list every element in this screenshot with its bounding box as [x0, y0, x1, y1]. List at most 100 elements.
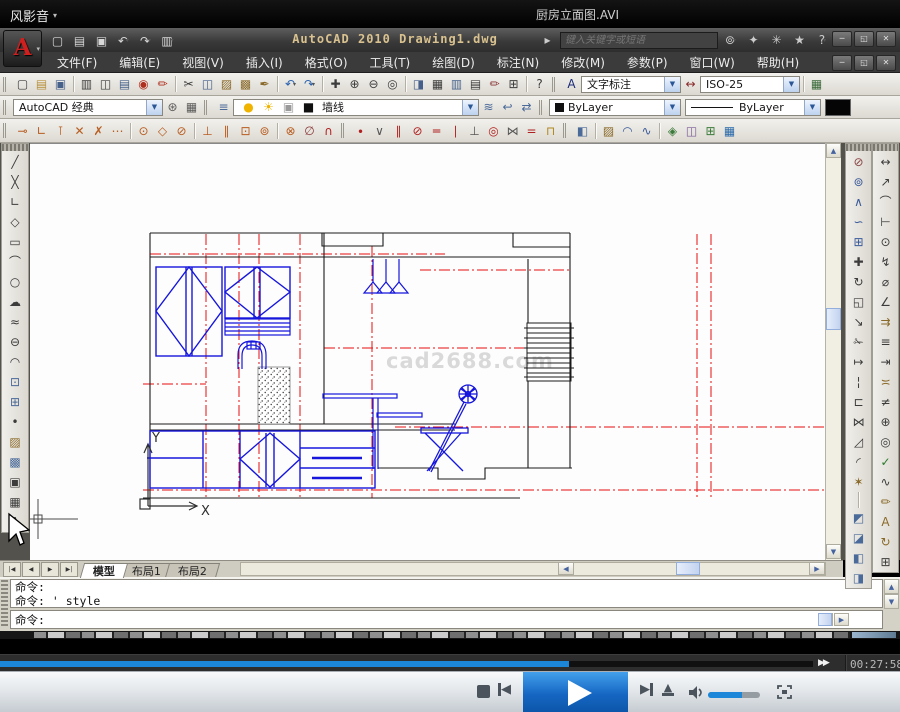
tab-model[interactable]: 模型 — [80, 563, 128, 578]
close-button[interactable]: ✕ — [876, 31, 896, 47]
point-button[interactable]: • — [3, 412, 27, 432]
open-button[interactable]: ▤ — [32, 75, 51, 94]
first-tab-button[interactable]: |◀ — [3, 562, 21, 577]
dim-arc-length-button[interactable]: ⌒ — [874, 192, 898, 212]
cut-button[interactable]: ✂ — [179, 75, 198, 94]
edit-polyline-button[interactable]: ◠ — [618, 121, 637, 140]
canvas-horizontal-scrollbar[interactable] — [240, 562, 826, 576]
menu-item-7[interactable]: 标注(N) — [486, 52, 550, 73]
menu-item-2[interactable]: 视图(V) — [171, 52, 235, 73]
workspace-save-button[interactable]: ▦ — [182, 98, 201, 117]
snap-midpoint-button[interactable]: ⊺ — [51, 121, 70, 140]
properties-palette-button[interactable]: ◨ — [409, 75, 428, 94]
make-block-button[interactable]: ⊞ — [3, 392, 27, 412]
constraint-perpendicular-button[interactable]: ⊥ — [465, 121, 484, 140]
stop-button[interactable] — [477, 685, 490, 698]
menu-item-4[interactable]: 格式(O) — [294, 52, 359, 73]
toolbar-grip[interactable] — [539, 100, 545, 115]
menu-item-6[interactable]: 绘图(D) — [421, 52, 486, 73]
snap-perpendicular-button[interactable]: ⊥ — [198, 121, 217, 140]
dim-style-combo[interactable]: ISO-25 ▼ — [700, 76, 800, 93]
pan-button[interactable]: ✚ — [326, 75, 345, 94]
snap-node-button[interactable]: ⊚ — [255, 121, 274, 140]
trim-button[interactable]: ✁ — [847, 332, 871, 352]
constraint-coincident-button[interactable]: ∙ — [351, 121, 370, 140]
publish-button[interactable]: ▤ — [115, 75, 134, 94]
toolbar-grip[interactable] — [3, 100, 9, 115]
command-mini-scrollbar[interactable]: ◀ ▶ — [818, 613, 849, 626]
snap-center-button[interactable]: ⊙ — [134, 121, 153, 140]
volume-slider[interactable] — [708, 692, 760, 698]
paste-special-button[interactable]: ▩ — [236, 75, 255, 94]
text-style-button[interactable]: A — [562, 75, 581, 94]
dimension-style-button[interactable]: ↔ — [681, 75, 700, 94]
spline-button[interactable]: ≈ — [3, 312, 27, 332]
menu-item-5[interactable]: 工具(T) — [359, 52, 422, 73]
next-tab-button[interactable]: ▶ — [41, 562, 59, 577]
markup-button[interactable]: ✏ — [153, 75, 172, 94]
chevron-down-icon[interactable]: ▼ — [664, 77, 680, 92]
scroll-right-button[interactable]: ▶ — [809, 562, 825, 575]
dim-update-button[interactable]: ↻ — [874, 532, 898, 552]
scroll-left-button[interactable]: ◀ — [558, 562, 574, 575]
table-style-button[interactable]: ▦ — [807, 75, 826, 94]
edit-attribute-button[interactable]: ◈ — [663, 121, 682, 140]
offset-button[interactable]: ∽ — [847, 212, 871, 232]
tab-layout-2[interactable]: 布局2 — [165, 563, 220, 578]
toolbar-grip[interactable] — [2, 144, 28, 151]
next-button[interactable]: ▶ — [640, 682, 653, 697]
layer-freeze-sun-button[interactable]: ☀ — [259, 98, 278, 117]
chevron-down-icon[interactable]: ▼ — [804, 100, 820, 115]
arc-button[interactable]: ⌒ — [3, 252, 27, 272]
minimize-button[interactable]: ─ — [832, 31, 852, 47]
send-to-back-button[interactable]: ◪ — [847, 528, 871, 548]
construction-line-button[interactable]: ╳ — [3, 172, 27, 192]
block-editor-button[interactable]: ◫ — [682, 121, 701, 140]
canvas-vertical-scrollbar[interactable]: ▲ ▼ — [825, 143, 841, 560]
erase-button[interactable]: ⊘ — [847, 152, 871, 172]
save-button[interactable]: ▣ — [51, 75, 70, 94]
chevron-down-icon[interactable]: ▼ — [146, 100, 162, 115]
dim-baseline-button[interactable]: ≡ — [874, 332, 898, 352]
join-button[interactable]: ⋈ — [847, 412, 871, 432]
dim-radius-button[interactable]: ⊙ — [874, 232, 898, 252]
chevron-down-icon[interactable]: ▼ — [664, 100, 680, 115]
toolbar-grip[interactable] — [3, 77, 9, 92]
snap-insert-button[interactable]: ⊡ — [236, 121, 255, 140]
revision-cloud-button[interactable]: ☁ — [3, 292, 27, 312]
restore-button[interactable]: ◱ — [854, 31, 874, 47]
acad-logo-button[interactable]: A▾ — [3, 30, 42, 67]
color-combo[interactable]: ByLayer ▼ — [549, 99, 681, 116]
help-center-button[interactable]: ?▾ — [813, 31, 832, 50]
toolbar-grip[interactable] — [563, 123, 569, 138]
stretch-button[interactable]: ↘ — [847, 312, 871, 332]
tool-palettes-button[interactable]: ▥ — [447, 75, 466, 94]
tolerance-button[interactable]: ⊕ — [874, 412, 898, 432]
layer-combo[interactable]: ●☀▣■ 墙线 ▼ — [233, 99, 479, 116]
menu-item-0[interactable]: 文件(F) — [46, 52, 108, 73]
match-properties-button[interactable]: ✒ — [255, 75, 274, 94]
scroll-thumb[interactable] — [818, 613, 832, 626]
layer-properties-manager-button[interactable]: ≡ — [214, 98, 233, 117]
menu-item-9[interactable]: 参数(P) — [616, 52, 679, 73]
snap-endpoint-button[interactable]: ∟ — [32, 121, 51, 140]
dim-edit-button[interactable]: ✏ — [874, 492, 898, 512]
linetype-combo[interactable]: ByLayer ▼ — [685, 99, 821, 116]
doc-minimize-button[interactable]: ─ — [832, 55, 852, 71]
workspace-combo[interactable]: AutoCAD 经典 ▼ — [13, 99, 163, 116]
scroll-thumb[interactable] — [826, 308, 841, 330]
toolbar-grip[interactable] — [873, 144, 898, 151]
table-button[interactable]: ▦ — [3, 492, 27, 512]
bring-to-front-button[interactable]: ◩ — [847, 508, 871, 528]
layer-isolate-button[interactable]: ⇄ — [517, 98, 536, 117]
dim-linear-button[interactable]: ↔ — [874, 152, 898, 172]
scroll-thumb[interactable] — [676, 562, 700, 575]
scroll-up-button[interactable]: ▲ — [826, 143, 841, 158]
designcenter-button[interactable]: ▦ — [428, 75, 447, 94]
layer-on-bulb-button[interactable]: ● — [239, 98, 258, 117]
constraint-horizontal-button[interactable]: ═ — [427, 121, 446, 140]
toolbar-grip[interactable] — [341, 123, 347, 138]
explode-button[interactable]: ✶ — [847, 472, 871, 492]
print-button[interactable]: ▥ — [77, 75, 96, 94]
copy-clip-button[interactable]: ◫ — [198, 75, 217, 94]
